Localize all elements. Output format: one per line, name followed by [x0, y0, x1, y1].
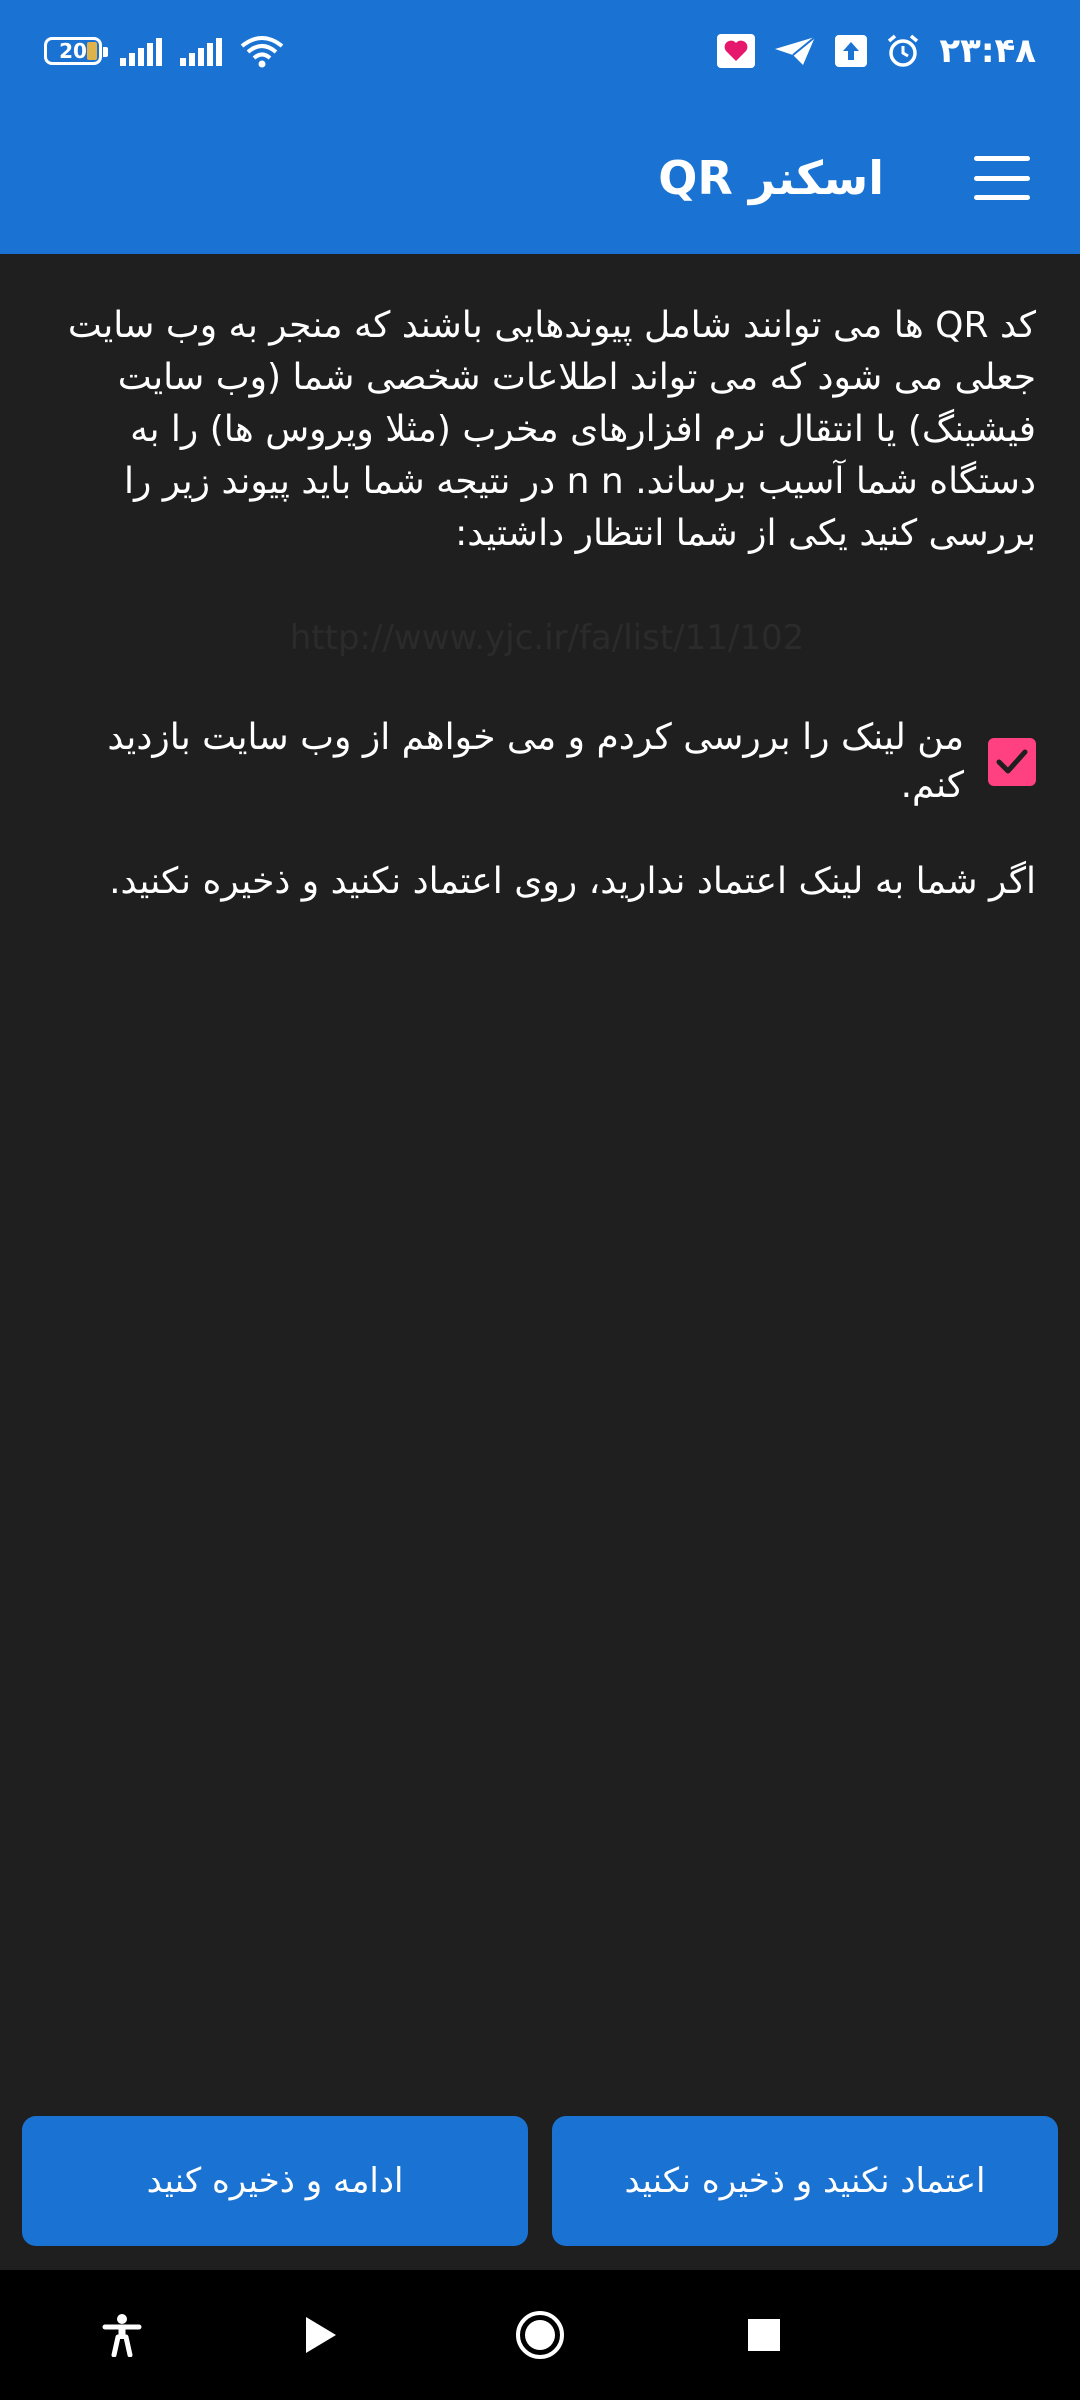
app-bar: اسکنر QR — [0, 102, 1080, 254]
alarm-icon — [885, 33, 921, 69]
status-bar: 20 ۲۳:۴۸ — [0, 0, 1080, 102]
hamburger-icon-line — [974, 195, 1030, 200]
main-content: کد QR ها می توانند شامل پیوندهایی باشند … — [58, 300, 1036, 908]
check-icon — [996, 749, 1028, 774]
system-nav-bar — [0, 2270, 1080, 2400]
qr-link[interactable]: http://www.yjc.ir/fa/list/11/102 — [58, 618, 1036, 658]
telegram-icon — [773, 35, 817, 67]
signal-icon — [120, 36, 162, 66]
battery-level: 20 — [59, 39, 87, 63]
confirm-checkbox[interactable] — [988, 738, 1036, 786]
menu-button[interactable] — [974, 156, 1030, 200]
play-icon[interactable] — [290, 2270, 350, 2400]
trust-note: اگر شما به لینک اعتماد ندارید، روی اعتما… — [109, 861, 1036, 902]
signal-icon-2 — [180, 36, 222, 66]
hamburger-icon-line — [974, 175, 1030, 181]
clock: ۲۳:۴۸ — [939, 31, 1036, 71]
status-right-icons: ۲۳:۴۸ — [717, 31, 1036, 71]
page-title: اسکنر QR — [658, 151, 884, 205]
heart-icon — [717, 34, 756, 68]
continue-save-button[interactable]: ادامه و ذخیره کنید — [22, 2116, 528, 2246]
warning-text: کد QR ها می توانند شامل پیوندهایی باشند … — [67, 305, 1036, 554]
hamburger-icon-line — [974, 156, 1030, 161]
battery-icon: 20 — [44, 37, 108, 65]
distrust-button[interactable]: اعتماد نکنید و ذخیره نکنید — [552, 2116, 1058, 2246]
upload-icon — [835, 35, 868, 67]
recents-icon[interactable] — [734, 2270, 794, 2400]
wifi-icon — [240, 34, 284, 68]
status-left-icons: 20 — [44, 34, 284, 68]
accessibility-icon[interactable] — [92, 2270, 152, 2400]
checkbox-label: من لینک را بررسی کردم و می خواهم از وب س… — [107, 717, 964, 806]
confirm-checkbox-row[interactable]: من لینک را بررسی کردم و می خواهم از وب س… — [58, 714, 1036, 810]
home-icon[interactable] — [510, 2270, 570, 2400]
